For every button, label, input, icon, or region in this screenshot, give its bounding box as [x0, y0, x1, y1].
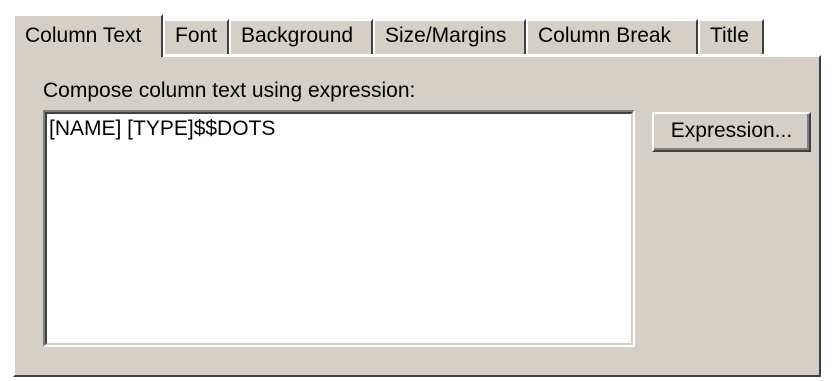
tab-font[interactable]: Font — [163, 19, 229, 54]
tab-title[interactable]: Title — [698, 19, 764, 54]
column-text-tab-panel: Compose column text using expression: [N… — [13, 55, 821, 377]
expression-text-value[interactable]: [NAME] [TYPE]$$DOTS — [45, 112, 633, 345]
tab-background[interactable]: Background — [229, 19, 373, 54]
compose-column-text-label: Compose column text using expression: — [43, 79, 416, 102]
tab-column-text[interactable]: Column Text — [13, 14, 163, 57]
column-properties-dialog: Column Text Font Background Size/Margins… — [0, 0, 835, 381]
tab-column-break[interactable]: Column Break — [526, 19, 698, 54]
expression-button[interactable]: Expression... — [652, 112, 811, 152]
expression-textarea[interactable]: [NAME] [TYPE]$$DOTS — [43, 110, 635, 347]
tab-size-margins[interactable]: Size/Margins — [373, 19, 526, 54]
tab-strip: Column Text Font Background Size/Margins… — [13, 14, 821, 58]
